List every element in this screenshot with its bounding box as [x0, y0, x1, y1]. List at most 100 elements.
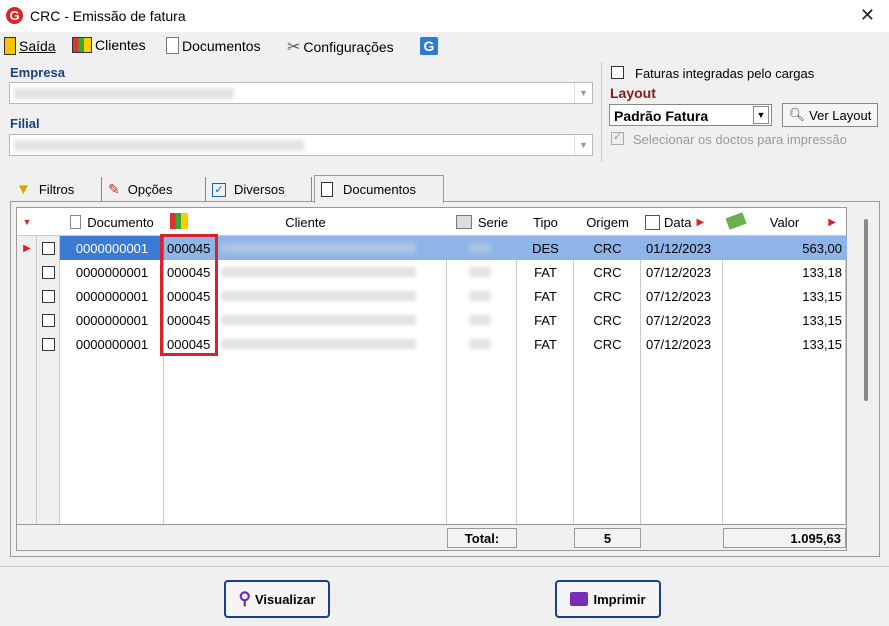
- cell-data: 07/12/2023: [646, 288, 712, 304]
- grid-footer: Total: 5 1.095,63: [17, 524, 846, 550]
- faturas-integradas-label: Faturas integradas pelo cargas: [635, 66, 815, 81]
- cell-documento: 0000000001: [75, 336, 149, 352]
- cell-origem: CRC: [593, 288, 622, 304]
- menu-documentos[interactable]: Documentos: [166, 37, 261, 54]
- checkbox-icon: ✓: [212, 182, 226, 197]
- table-row[interactable]: 0000000001 000045 FAT CRC 07/12/2023 133…: [17, 260, 846, 284]
- total-sum: 1.095,63: [723, 528, 846, 548]
- table-row[interactable]: ▶ 0000000001 000045 DES CRC 01/12/2023 5…: [17, 236, 847, 260]
- current-row-indicator-icon: ▶: [23, 242, 31, 254]
- header-valor[interactable]: Valor ▶: [723, 208, 846, 236]
- sort-arrow-icon: ▶: [696, 216, 705, 228]
- cell-origem: CRC: [593, 336, 622, 352]
- cell-tipo: FAT: [534, 288, 557, 304]
- sort-indicator-icon[interactable]: ▼: [17, 208, 37, 236]
- money-icon: [725, 212, 747, 230]
- row-checkbox[interactable]: [42, 241, 55, 255]
- menu-saida[interactable]: Saída: [4, 37, 56, 55]
- search-icon: ⚲: [238, 589, 251, 608]
- exit-door-icon: [4, 37, 16, 55]
- divider: [0, 566, 889, 567]
- funnel-icon: ▼: [16, 181, 31, 198]
- header-origem[interactable]: Origem: [574, 208, 641, 236]
- total-count: 5: [574, 528, 641, 548]
- cell-data: 01/12/2023: [646, 240, 712, 256]
- selecionar-doctos-label: Selecionar os doctos para impressão: [633, 132, 847, 147]
- row-checkbox[interactable]: [42, 337, 55, 351]
- cell-documento: 0000000001: [60, 236, 164, 260]
- app-logo: G: [6, 7, 23, 24]
- chevron-down-icon: ▼: [753, 106, 769, 124]
- menu-app-icon[interactable]: G: [420, 37, 438, 55]
- layout-select[interactable]: Padrão Fatura ▼: [609, 104, 772, 126]
- cell-documento: 0000000001: [75, 264, 149, 280]
- header-documento[interactable]: Documento: [60, 208, 164, 236]
- table-row[interactable]: 0000000001 000045 FAT CRC 07/12/2023 133…: [17, 284, 846, 308]
- window-title: CRC - Emissão de fatura: [30, 8, 186, 24]
- document-icon: [321, 182, 333, 197]
- cell-origem: CRC: [593, 240, 622, 256]
- total-label: Total:: [447, 528, 517, 548]
- empresa-combo[interactable]: ▼: [9, 82, 593, 104]
- highlight-box: [160, 234, 218, 356]
- sort-arrow-icon: ▶: [828, 216, 836, 228]
- cell-data: 07/12/2023: [646, 264, 712, 280]
- menu-clientes[interactable]: Clientes: [72, 37, 146, 53]
- title-bar: G CRC - Emissão de fatura ✕: [0, 0, 889, 32]
- empresa-label: Empresa: [10, 65, 65, 80]
- faturas-integradas-checkbox[interactable]: [611, 66, 624, 79]
- cell-valor: 133,15: [802, 336, 842, 352]
- checkmark-icon: ✓: [613, 131, 623, 143]
- cell-valor: 133,18: [802, 264, 842, 280]
- filial-label: Filial: [10, 116, 40, 131]
- cell-documento: 0000000001: [75, 312, 149, 328]
- row-checkbox[interactable]: [42, 265, 55, 279]
- cell-valor: 563,00: [802, 240, 842, 256]
- chevron-down-icon: ▼: [574, 83, 592, 103]
- cell-origem: CRC: [593, 312, 622, 328]
- row-checkbox[interactable]: [42, 289, 55, 303]
- cell-documento: 0000000001: [75, 288, 149, 304]
- selecionar-doctos-checkbox[interactable]: ✓: [611, 131, 624, 145]
- header-cliente[interactable]: Cliente: [164, 208, 447, 236]
- imprimir-button[interactable]: Imprimir: [555, 580, 661, 618]
- tab-filtros[interactable]: ▼ Filtros: [10, 177, 102, 202]
- menu-configuracoes[interactable]: ✂ Configurações: [287, 37, 394, 57]
- serie-icon: [455, 215, 472, 229]
- tab-diversos[interactable]: ✓ Diversos: [206, 177, 312, 202]
- cell-data: 07/12/2023: [646, 336, 712, 352]
- table-row[interactable]: 0000000001 000045 FAT CRC 07/12/2023 133…: [17, 332, 846, 356]
- tab-opcoes[interactable]: ✎ Opções: [102, 177, 206, 202]
- options-tools-icon: ✎: [108, 181, 120, 197]
- divider: [601, 62, 602, 162]
- header-data[interactable]: Data ▶: [641, 208, 723, 236]
- calendar-icon: [645, 214, 660, 230]
- tab-documentos[interactable]: Documentos: [314, 175, 444, 203]
- visualizar-button[interactable]: ⚲ Visualizar: [224, 580, 330, 618]
- ver-layout-button[interactable]: 🔍︎ Ver Layout: [782, 103, 878, 127]
- cell-tipo: DES: [532, 240, 559, 256]
- table-row[interactable]: 0000000001 000045 FAT CRC 07/12/2023 133…: [17, 308, 846, 332]
- printer-icon: [570, 592, 589, 606]
- close-button[interactable]: ✕: [860, 5, 875, 26]
- cell-origem: CRC: [593, 264, 622, 280]
- documents-grid: ▼ Documento Cliente Serie Tipo Origem Da…: [16, 207, 847, 551]
- grid-header: ▼ Documento Cliente Serie Tipo Origem Da…: [17, 208, 846, 236]
- vertical-scrollbar[interactable]: [848, 207, 878, 551]
- cell-tipo: FAT: [534, 264, 557, 280]
- clients-icon: [72, 37, 92, 53]
- header-serie[interactable]: Serie: [447, 208, 517, 236]
- tools-icon: ✂: [287, 39, 301, 56]
- cell-valor: 133,15: [802, 288, 842, 304]
- chevron-down-icon: ▼: [574, 135, 592, 155]
- layout-label: Layout: [610, 85, 656, 101]
- menu-bar: Saída Clientes Documentos ✂ Configuraçõe…: [0, 33, 889, 57]
- document-icon: [70, 215, 82, 229]
- cell-valor: 133,15: [802, 312, 842, 328]
- filial-combo[interactable]: ▼: [9, 134, 593, 156]
- cell-data: 07/12/2023: [646, 312, 712, 328]
- scrollbar-thumb[interactable]: [864, 219, 868, 401]
- search-icon: 🔍︎: [788, 107, 806, 122]
- header-tipo[interactable]: Tipo: [517, 208, 574, 236]
- row-checkbox[interactable]: [42, 313, 55, 327]
